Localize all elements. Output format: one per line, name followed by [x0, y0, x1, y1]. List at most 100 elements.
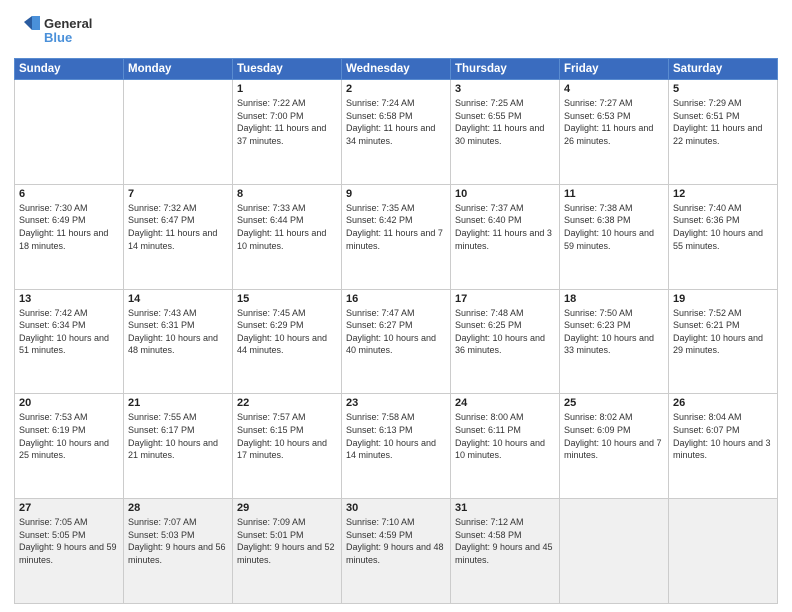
day-number: 22: [237, 397, 337, 409]
day-number: 20: [19, 397, 119, 409]
day-number: 24: [455, 397, 555, 409]
day-cell: 19Sunrise: 7:52 AM Sunset: 6:21 PM Dayli…: [669, 289, 778, 394]
day-number: 16: [346, 293, 446, 305]
day-cell: 26Sunrise: 8:04 AM Sunset: 6:07 PM Dayli…: [669, 394, 778, 499]
day-cell: 4Sunrise: 7:27 AM Sunset: 6:53 PM Daylig…: [560, 80, 669, 185]
day-info: Sunrise: 7:53 AM Sunset: 6:19 PM Dayligh…: [19, 411, 119, 461]
day-number: 21: [128, 397, 228, 409]
calendar-page: General Blue SundayMondayTuesdayWednesda…: [0, 0, 792, 612]
day-cell: 23Sunrise: 7:58 AM Sunset: 6:13 PM Dayli…: [342, 394, 451, 499]
day-info: Sunrise: 7:30 AM Sunset: 6:49 PM Dayligh…: [19, 202, 119, 252]
weekday-header-row: SundayMondayTuesdayWednesdayThursdayFrid…: [15, 59, 778, 80]
day-number: 31: [455, 502, 555, 514]
weekday-header-friday: Friday: [560, 59, 669, 80]
day-cell: 15 Sunrise: 7:45 AM Sunset: 6:29 PM Dayli…: [233, 289, 342, 394]
day-info: Sunrise: 7:10 AM Sunset: 4:59 PM Dayligh…: [346, 516, 446, 566]
day-number: 25: [564, 397, 664, 409]
day-cell: 2Sunrise: 7:24 AM Sunset: 6:58 PM Daylig…: [342, 80, 451, 185]
day-number: 8: [237, 188, 337, 200]
day-cell: 30 Sunrise: 7:10 AM Sunset: 4:59 PM Dayli…: [342, 499, 451, 604]
day-cell: 8 Sunrise: 7:33 AM Sunset: 6:44 PM Daylig…: [233, 184, 342, 289]
day-number: 15: [237, 293, 337, 305]
weekday-header-monday: Monday: [124, 59, 233, 80]
week-row-3: 13Sunrise: 7:42 AM Sunset: 6:34 PM Dayli…: [15, 289, 778, 394]
day-info: Sunrise: 7:37 AM Sunset: 6:40 PM Dayligh…: [455, 202, 555, 252]
week-row-2: 6Sunrise: 7:30 AM Sunset: 6:49 PM Daylig…: [15, 184, 778, 289]
day-cell: 3 Sunrise: 7:25 AM Sunset: 6:55 PM Daylig…: [451, 80, 560, 185]
day-cell: 29 Sunrise: 7:09 AM Sunset: 5:01 PM Dayli…: [233, 499, 342, 604]
day-number: 5: [673, 83, 773, 95]
day-number: 17: [455, 293, 555, 305]
week-row-1: 1Sunrise: 7:22 AM Sunset: 7:00 PM Daylig…: [15, 80, 778, 185]
day-info: Sunrise: 7:22 AM Sunset: 7:00 PM Dayligh…: [237, 97, 337, 147]
day-info: Sunrise: 7:33 AM Sunset: 6:44 PM Dayligh…: [237, 202, 337, 252]
day-cell: [560, 499, 669, 604]
logo-svg: General Blue: [14, 12, 114, 50]
day-info: Sunrise: 7:29 AM Sunset: 6:51 PM Dayligh…: [673, 97, 773, 147]
day-cell: 21 Sunrise: 7:55 AM Sunset: 6:17 PM Dayli…: [124, 394, 233, 499]
day-info: Sunrise: 7:32 AM Sunset: 6:47 PM Dayligh…: [128, 202, 228, 252]
weekday-header-tuesday: Tuesday: [233, 59, 342, 80]
day-info: Sunrise: 7:45 AM Sunset: 6:29 PM Dayligh…: [237, 307, 337, 357]
day-info: Sunrise: 7:27 AM Sunset: 6:53 PM Dayligh…: [564, 97, 664, 147]
weekday-header-saturday: Saturday: [669, 59, 778, 80]
day-info: Sunrise: 7:09 AM Sunset: 5:01 PM Dayligh…: [237, 516, 337, 566]
day-info: Sunrise: 7:35 AM Sunset: 6:42 PM Dayligh…: [346, 202, 446, 252]
day-info: Sunrise: 7:48 AM Sunset: 6:25 PM Dayligh…: [455, 307, 555, 357]
day-cell: 22Sunrise: 7:57 AM Sunset: 6:15 PM Dayli…: [233, 394, 342, 499]
day-info: Sunrise: 8:00 AM Sunset: 6:11 PM Dayligh…: [455, 411, 555, 461]
day-cell: 20 Sunrise: 7:53 AM Sunset: 6:19 PM Dayli…: [15, 394, 124, 499]
day-number: 10: [455, 188, 555, 200]
svg-text:Blue: Blue: [44, 30, 72, 45]
day-cell: 11 Sunrise: 7:38 AM Sunset: 6:38 PM Dayli…: [560, 184, 669, 289]
day-number: 3: [455, 83, 555, 95]
logo: General Blue: [14, 12, 114, 50]
header: General Blue: [14, 12, 778, 50]
day-info: Sunrise: 8:02 AM Sunset: 6:09 PM Dayligh…: [564, 411, 664, 461]
day-cell: 18 Sunrise: 7:50 AM Sunset: 6:23 PM Dayli…: [560, 289, 669, 394]
day-cell: 9 Sunrise: 7:35 AM Sunset: 6:42 PM Daylig…: [342, 184, 451, 289]
day-info: Sunrise: 7:38 AM Sunset: 6:38 PM Dayligh…: [564, 202, 664, 252]
day-number: 29: [237, 502, 337, 514]
week-row-4: 20 Sunrise: 7:53 AM Sunset: 6:19 PM Dayli…: [15, 394, 778, 499]
day-cell: 28Sunrise: 7:07 AM Sunset: 5:03 PM Dayli…: [124, 499, 233, 604]
day-number: 28: [128, 502, 228, 514]
day-cell: 24 Sunrise: 8:00 AM Sunset: 6:11 PM Dayli…: [451, 394, 560, 499]
day-info: Sunrise: 7:42 AM Sunset: 6:34 PM Dayligh…: [19, 307, 119, 357]
day-cell: 31 Sunrise: 7:12 AM Sunset: 4:58 PM Dayli…: [451, 499, 560, 604]
day-info: Sunrise: 7:24 AM Sunset: 6:58 PM Dayligh…: [346, 97, 446, 147]
day-cell: 14Sunrise: 7:43 AM Sunset: 6:31 PM Dayli…: [124, 289, 233, 394]
day-info: Sunrise: 7:47 AM Sunset: 6:27 PM Dayligh…: [346, 307, 446, 357]
day-info: Sunrise: 7:50 AM Sunset: 6:23 PM Dayligh…: [564, 307, 664, 357]
weekday-header-sunday: Sunday: [15, 59, 124, 80]
svg-text:General: General: [44, 16, 92, 31]
day-cell: [124, 80, 233, 185]
day-info: Sunrise: 7:25 AM Sunset: 6:55 PM Dayligh…: [455, 97, 555, 147]
day-number: 19: [673, 293, 773, 305]
day-cell: 13Sunrise: 7:42 AM Sunset: 6:34 PM Dayli…: [15, 289, 124, 394]
day-cell: [669, 499, 778, 604]
day-number: 9: [346, 188, 446, 200]
day-info: Sunrise: 7:12 AM Sunset: 4:58 PM Dayligh…: [455, 516, 555, 566]
day-info: Sunrise: 7:05 AM Sunset: 5:05 PM Dayligh…: [19, 516, 119, 566]
day-cell: 7 Sunrise: 7:32 AM Sunset: 6:47 PM Daylig…: [124, 184, 233, 289]
day-info: Sunrise: 7:55 AM Sunset: 6:17 PM Dayligh…: [128, 411, 228, 461]
day-number: 14: [128, 293, 228, 305]
day-info: Sunrise: 8:04 AM Sunset: 6:07 PM Dayligh…: [673, 411, 773, 461]
week-row-5: 27Sunrise: 7:05 AM Sunset: 5:05 PM Dayli…: [15, 499, 778, 604]
day-cell: 12Sunrise: 7:40 AM Sunset: 6:36 PM Dayli…: [669, 184, 778, 289]
day-cell: 25 Sunrise: 8:02 AM Sunset: 6:09 PM Dayli…: [560, 394, 669, 499]
day-number: 11: [564, 188, 664, 200]
calendar-table: SundayMondayTuesdayWednesdayThursdayFrid…: [14, 58, 778, 604]
day-cell: 17 Sunrise: 7:48 AM Sunset: 6:25 PM Dayli…: [451, 289, 560, 394]
day-info: Sunrise: 7:40 AM Sunset: 6:36 PM Dayligh…: [673, 202, 773, 252]
day-cell: 1Sunrise: 7:22 AM Sunset: 7:00 PM Daylig…: [233, 80, 342, 185]
weekday-header-wednesday: Wednesday: [342, 59, 451, 80]
day-cell: 6Sunrise: 7:30 AM Sunset: 6:49 PM Daylig…: [15, 184, 124, 289]
day-number: 23: [346, 397, 446, 409]
day-number: 7: [128, 188, 228, 200]
day-number: 30: [346, 502, 446, 514]
day-number: 18: [564, 293, 664, 305]
weekday-header-thursday: Thursday: [451, 59, 560, 80]
day-cell: 10 Sunrise: 7:37 AM Sunset: 6:40 PM Dayli…: [451, 184, 560, 289]
